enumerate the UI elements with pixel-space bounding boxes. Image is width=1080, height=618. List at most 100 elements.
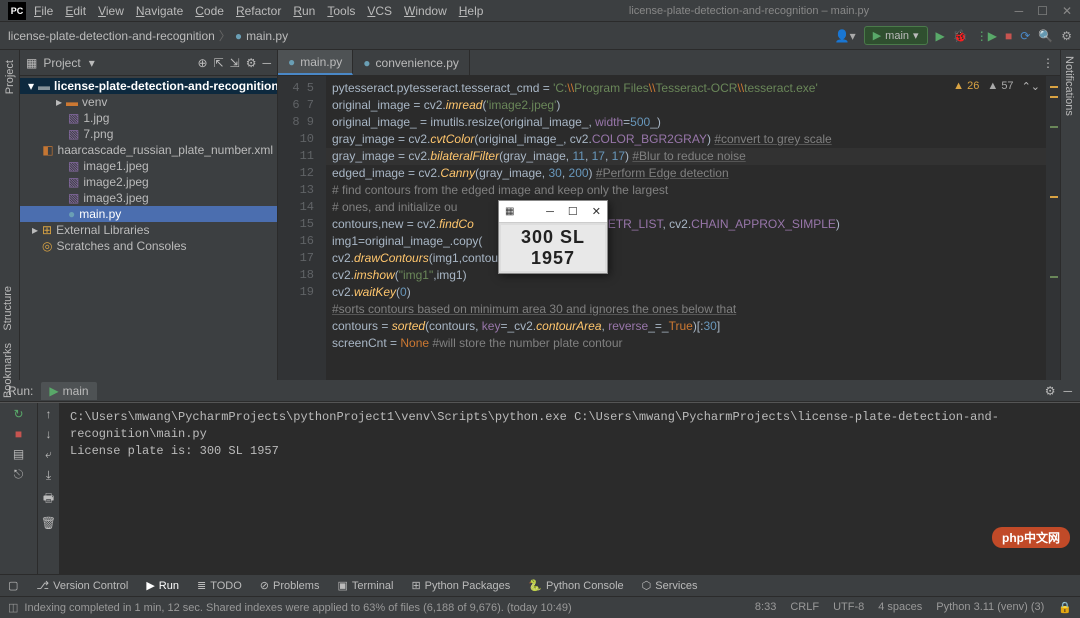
project-panel-header: ▦ Project ▾ ⊕ ⇱ ⇲ ⚙ ─ <box>20 50 277 76</box>
tab-terminal[interactable]: ▣Terminal <box>337 579 393 592</box>
tool-window-toggle[interactable]: ▢ <box>8 579 18 592</box>
imshow-titlebar[interactable]: ▦ ─ ☐ ✕ <box>499 201 607 223</box>
menu-edit[interactable]: Edit <box>65 4 86 18</box>
breadcrumb-file[interactable]: main.py <box>246 29 288 43</box>
tabs-more-icon[interactable]: ⋮ <box>1036 50 1060 75</box>
interpreter[interactable]: Python 3.11 (venv) (3) <box>936 601 1044 614</box>
up-icon[interactable]: ↑ <box>46 407 52 421</box>
down-icon[interactable]: ↓ <box>46 427 52 441</box>
minimize-icon[interactable]: ─ <box>1015 4 1024 18</box>
tab-vcs[interactable]: ⎇Version Control <box>36 579 128 592</box>
scroll-icon[interactable]: ⤓ <box>46 468 51 483</box>
tab-todo[interactable]: ≣TODO <box>197 579 242 592</box>
tree-item[interactable]: ▸▬venv <box>20 94 277 110</box>
tree-label: main.py <box>79 207 121 221</box>
code-area[interactable]: pytesseract.pytesseract.tesseract_cmd = … <box>326 76 1046 380</box>
tree-scratches[interactable]: ◎Scratches and Consoles <box>20 238 277 254</box>
caret-position[interactable]: 8:33 <box>755 601 776 614</box>
tab-python-packages[interactable]: ⊞Python Packages <box>411 579 510 592</box>
debug-icon[interactable]: 🐞 <box>953 29 968 43</box>
minimize-icon[interactable]: ─ <box>546 206 554 218</box>
menu-help[interactable]: Help <box>459 4 484 18</box>
menu-run[interactable]: Run <box>293 4 315 18</box>
gear-icon[interactable]: ⚙ <box>1045 384 1056 398</box>
menu-vcs[interactable]: VCS <box>367 4 392 18</box>
tree-item[interactable]: ▧image1.jpeg <box>20 158 277 174</box>
tree-item-main[interactable]: ●main.py <box>20 206 277 222</box>
editor-content[interactable]: 4 5 6 7 8 9 10 11 12 13 14 15 16 17 18 1… <box>278 76 1060 380</box>
indent-info[interactable]: 4 spaces <box>878 601 922 614</box>
maximize-icon[interactable]: ☐ <box>568 205 578 218</box>
inspection-widget[interactable]: ▲ 26 ▲ 57 ⌃⌄ <box>953 80 1040 93</box>
user-icon[interactable]: 👤▾ <box>835 29 856 43</box>
tree-external-libs[interactable]: ▸⊞External Libraries <box>20 222 277 238</box>
tab-services[interactable]: ⬡Services <box>642 579 698 592</box>
maximize-icon[interactable]: ☐ <box>1037 4 1048 18</box>
chevron-up-down-icon[interactable]: ⌃⌄ <box>1022 80 1040 93</box>
settings-icon[interactable]: ⚙ <box>1061 29 1072 43</box>
tree-label: image1.jpeg <box>83 159 148 173</box>
menu-view[interactable]: View <box>98 4 124 18</box>
more-run-icon[interactable]: ⋮▶ <box>976 29 997 43</box>
stop-icon[interactable]: ■ <box>15 427 22 441</box>
tab-label: Problems <box>273 580 319 592</box>
tree-root-name: license-plate-detection-and-recognition <box>54 79 277 93</box>
gear-icon[interactable]: ⚙ <box>246 56 257 70</box>
search-icon[interactable]: 🔍 <box>1038 29 1053 43</box>
tab-convenience[interactable]: ●convenience.py <box>353 50 470 75</box>
menu-code[interactable]: Code <box>195 4 224 18</box>
imshow-window[interactable]: ▦ ─ ☐ ✕ 300 SL 1957 <box>498 200 608 274</box>
select-opened-icon[interactable]: ⊕ <box>198 56 208 70</box>
tree-item[interactable]: ▧1.jpg <box>20 110 277 126</box>
structure-tab[interactable]: Structure <box>0 280 16 337</box>
tab-label: convenience.py <box>376 56 459 70</box>
tree-label: 1.jpg <box>83 111 109 125</box>
tree-root[interactable]: ▾▬ license-plate-detection-and-recogniti… <box>20 78 277 94</box>
notifications-tab[interactable]: Notifications <box>1061 50 1077 122</box>
menu-window[interactable]: Window <box>404 4 447 18</box>
warn-count-yellow: 26 <box>967 80 979 92</box>
close-icon[interactable]: ✕ <box>592 205 601 218</box>
tab-problems[interactable]: ⊘Problems <box>260 579 320 592</box>
bookmarks-tab[interactable]: Bookmarks <box>0 337 16 404</box>
print-icon[interactable]: 🖶 <box>43 489 54 510</box>
tab-label: TODO <box>210 580 242 592</box>
wrap-icon[interactable]: ⤶ <box>45 447 52 462</box>
console-output[interactable]: C:\Users\mwang\PycharmProjects\pythonPro… <box>60 403 1080 574</box>
hide-icon[interactable]: ─ <box>1063 384 1072 398</box>
chevron-down-icon[interactable]: ▾ <box>89 56 95 70</box>
tab-main[interactable]: ●main.py <box>278 50 353 75</box>
run-config-selector[interactable]: ▶ main ▾ <box>864 26 928 45</box>
pin-icon[interactable]: ⎋ <box>14 467 24 482</box>
tree-item[interactable]: ▧7.png <box>20 126 277 142</box>
tree-item[interactable]: ▧image3.jpeg <box>20 190 277 206</box>
menu-navigate[interactable]: Navigate <box>136 4 183 18</box>
tab-label: Terminal <box>352 580 394 592</box>
menu-tools[interactable]: Tools <box>327 4 355 18</box>
git-update-icon[interactable]: ⟳ <box>1020 29 1030 43</box>
collapse-all-icon[interactable]: ⇲ <box>230 56 240 70</box>
menu-refactor[interactable]: Refactor <box>236 4 281 18</box>
run-icon[interactable]: ▶ <box>936 29 945 43</box>
lock-icon[interactable]: 🔒 <box>1058 601 1072 614</box>
file-encoding[interactable]: UTF-8 <box>833 601 864 614</box>
navigation-bar: license-plate-detection-and-recognition … <box>0 22 1080 50</box>
line-separator[interactable]: CRLF <box>790 601 819 614</box>
close-icon[interactable]: ✕ <box>1062 4 1072 18</box>
tree-item[interactable]: ◧haarcascade_russian_plate_number.xml <box>20 142 277 158</box>
project-tool-tab[interactable]: Project <box>2 54 18 100</box>
expand-all-icon[interactable]: ⇱ <box>214 56 224 70</box>
tree-item[interactable]: ▧image2.jpeg <box>20 174 277 190</box>
hide-icon[interactable]: ─ <box>262 56 271 70</box>
project-tree[interactable]: ▾▬ license-plate-detection-and-recogniti… <box>20 76 277 380</box>
breadcrumb-project[interactable]: license-plate-detection-and-recognition <box>8 29 215 43</box>
tab-python-console[interactable]: 🐍Python Console <box>528 579 623 592</box>
layout-icon[interactable]: ▤ <box>13 447 24 461</box>
run-tab[interactable]: ▶main <box>41 382 96 400</box>
trash-icon[interactable]: 🗑 <box>41 516 56 530</box>
stop-icon[interactable]: ■ <box>1005 29 1012 43</box>
error-stripe[interactable] <box>1046 76 1060 380</box>
menu-file[interactable]: File <box>34 4 53 18</box>
tab-run[interactable]: ▶Run <box>146 579 179 592</box>
rerun-icon[interactable]: ↻ <box>13 407 23 421</box>
